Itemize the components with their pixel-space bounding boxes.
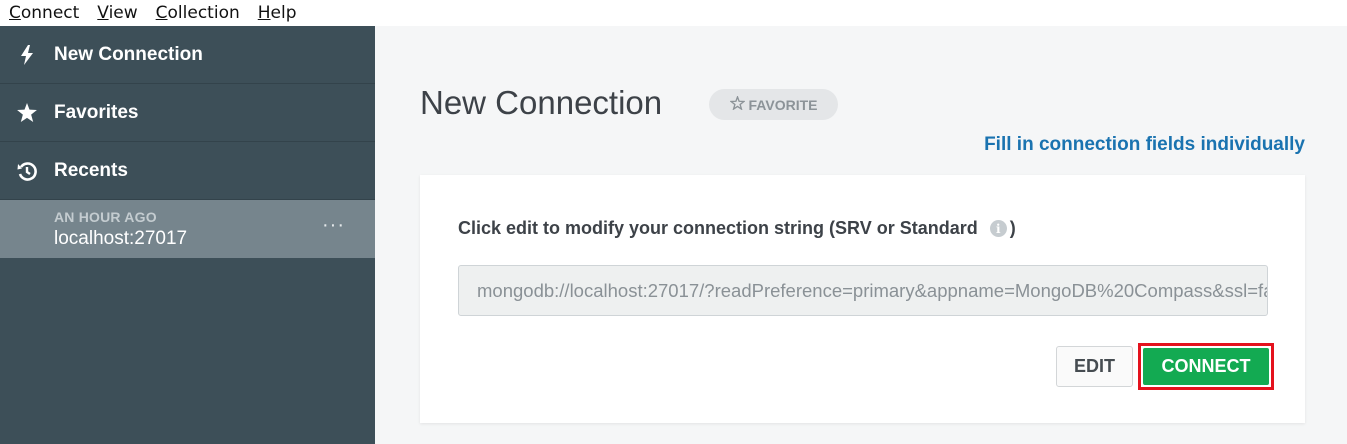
favorite-button[interactable]: FAVORITE [709, 89, 838, 120]
connect-button[interactable]: CONNECT [1143, 348, 1269, 385]
recent-timestamp: AN HOUR AGO [54, 209, 157, 225]
lightning-icon [0, 44, 54, 65]
connection-string-label: Click edit to modify your connection str… [458, 218, 1016, 239]
connection-string-input[interactable]: mongodb://localhost:27017/?readPreferenc… [458, 265, 1268, 316]
menu-bar: Connect View Collection Help [0, 0, 1347, 26]
fill-fields-individually-link[interactable]: Fill in connection fields individually [984, 134, 1305, 156]
sidebar-item-label: Favorites [54, 101, 139, 123]
star-outline-icon [728, 94, 746, 113]
info-icon[interactable]: i [989, 220, 1007, 237]
label-text: Click edit to modify your connection str… [458, 218, 978, 238]
label-close-paren: ) [1009, 218, 1016, 238]
sidebar-item-new-connection[interactable]: New Connection [0, 26, 375, 84]
menu-collection[interactable]: Collection [156, 2, 240, 24]
sidebar-item-label: New Connection [54, 43, 203, 65]
sidebar-item-label: Recents [54, 159, 128, 181]
page-title: New Connection [420, 84, 663, 121]
connection-card: Click edit to modify your connection str… [420, 175, 1305, 423]
menu-help[interactable]: Help [258, 2, 297, 24]
sidebar-item-favorites[interactable]: Favorites [0, 84, 375, 142]
more-options-icon[interactable]: ··· [322, 214, 345, 237]
recent-host: localhost:27017 [54, 228, 188, 249]
edit-button[interactable]: EDIT [1056, 346, 1133, 387]
sidebar: New Connection Favorites Recents AN HOUR… [0, 26, 375, 444]
menu-view[interactable]: View [97, 2, 137, 24]
favorite-label: FAVORITE [748, 96, 818, 113]
recent-connection-item[interactable]: AN HOUR AGO localhost:27017 ··· [0, 200, 375, 258]
sidebar-item-recents[interactable]: Recents [0, 142, 375, 200]
history-icon [0, 161, 54, 181]
menu-connect[interactable]: Connect [9, 2, 79, 24]
connect-button-highlight: CONNECT [1138, 343, 1274, 390]
star-icon [0, 103, 54, 122]
main-panel: New Connection FAVORITE Fill in connecti… [375, 26, 1347, 444]
